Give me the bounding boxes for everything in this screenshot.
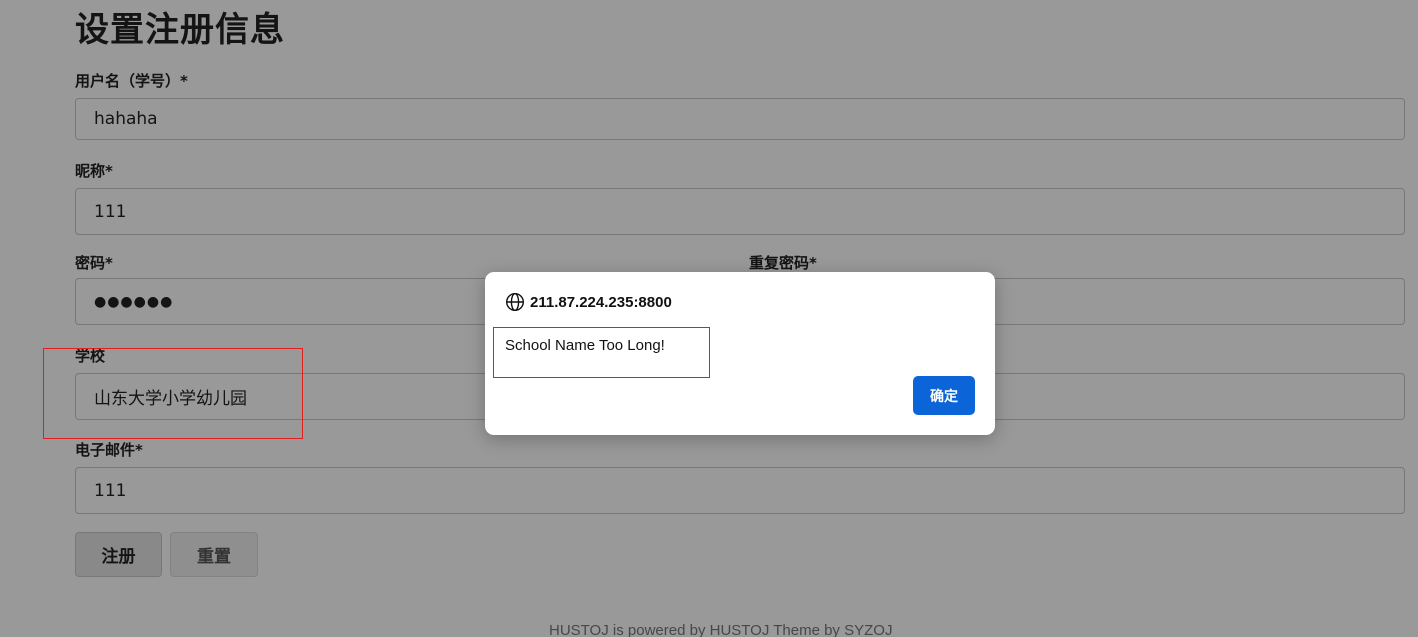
dialog-origin: 211.87.224.235:8800 [505, 292, 672, 312]
globe-icon [505, 292, 525, 312]
alert-dialog: 211.87.224.235:8800 School Name Too Long… [485, 272, 995, 435]
dialog-origin-text: 211.87.224.235:8800 [530, 293, 672, 311]
school-annotation-box [43, 348, 303, 439]
dialog-ok-button[interactable]: 确定 [913, 376, 975, 415]
message-annotation-box [493, 327, 710, 378]
